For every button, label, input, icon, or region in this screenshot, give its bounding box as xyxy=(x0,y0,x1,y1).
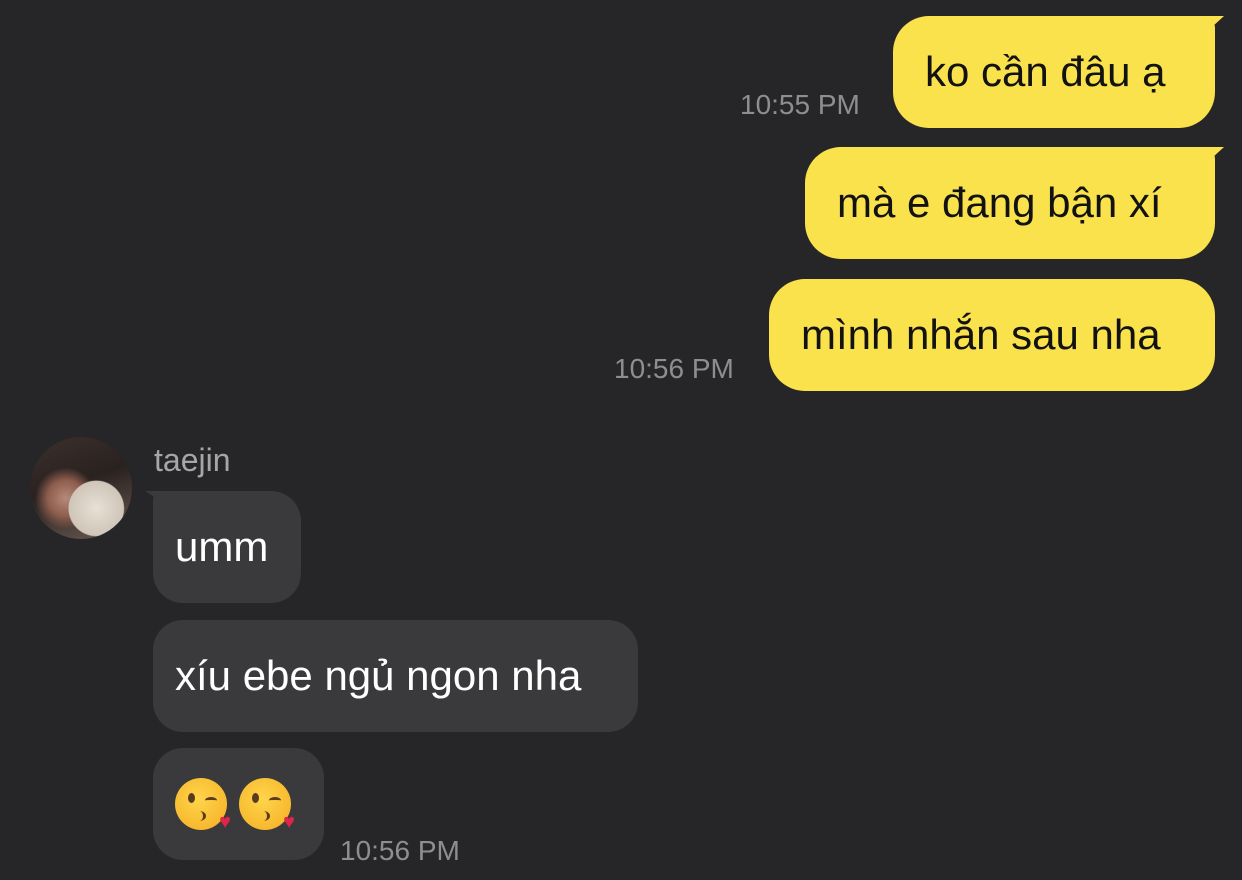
message-timestamp: 10:56 PM xyxy=(614,353,734,384)
incoming-message-2[interactable]: xíu ebe ngủ ngon nha xyxy=(153,620,638,732)
bubble-tail xyxy=(1200,147,1224,169)
incoming-message-3[interactable]: ♥ ♥ xyxy=(153,748,324,860)
message-text: ko cần đâu ạ xyxy=(925,48,1166,95)
outgoing-message-1[interactable]: ko cần đâu ạ xyxy=(893,16,1215,128)
sender-name[interactable]: taejin xyxy=(154,444,231,476)
kiss-face-emoji-icon: ♥ xyxy=(239,778,295,832)
contact-avatar[interactable] xyxy=(30,437,132,539)
message-text: mà e đang bận xí xyxy=(837,179,1162,226)
message-timestamp: 10:55 PM xyxy=(740,89,860,120)
kiss-face-emoji-icon: ♥ xyxy=(175,778,231,832)
message-text: umm xyxy=(175,523,269,570)
bubble-tail xyxy=(145,491,167,505)
message-text: xíu ebe ngủ ngon nha xyxy=(175,652,582,699)
outgoing-message-2[interactable]: mà e đang bận xí xyxy=(805,147,1215,259)
message-timestamp: 10:56 PM xyxy=(340,835,460,866)
message-text: mình nhắn sau nha xyxy=(801,311,1161,358)
bubble-tail xyxy=(1200,16,1224,38)
outgoing-message-3[interactable]: mình nhắn sau nha xyxy=(769,279,1215,391)
incoming-message-1[interactable]: umm xyxy=(153,491,301,603)
